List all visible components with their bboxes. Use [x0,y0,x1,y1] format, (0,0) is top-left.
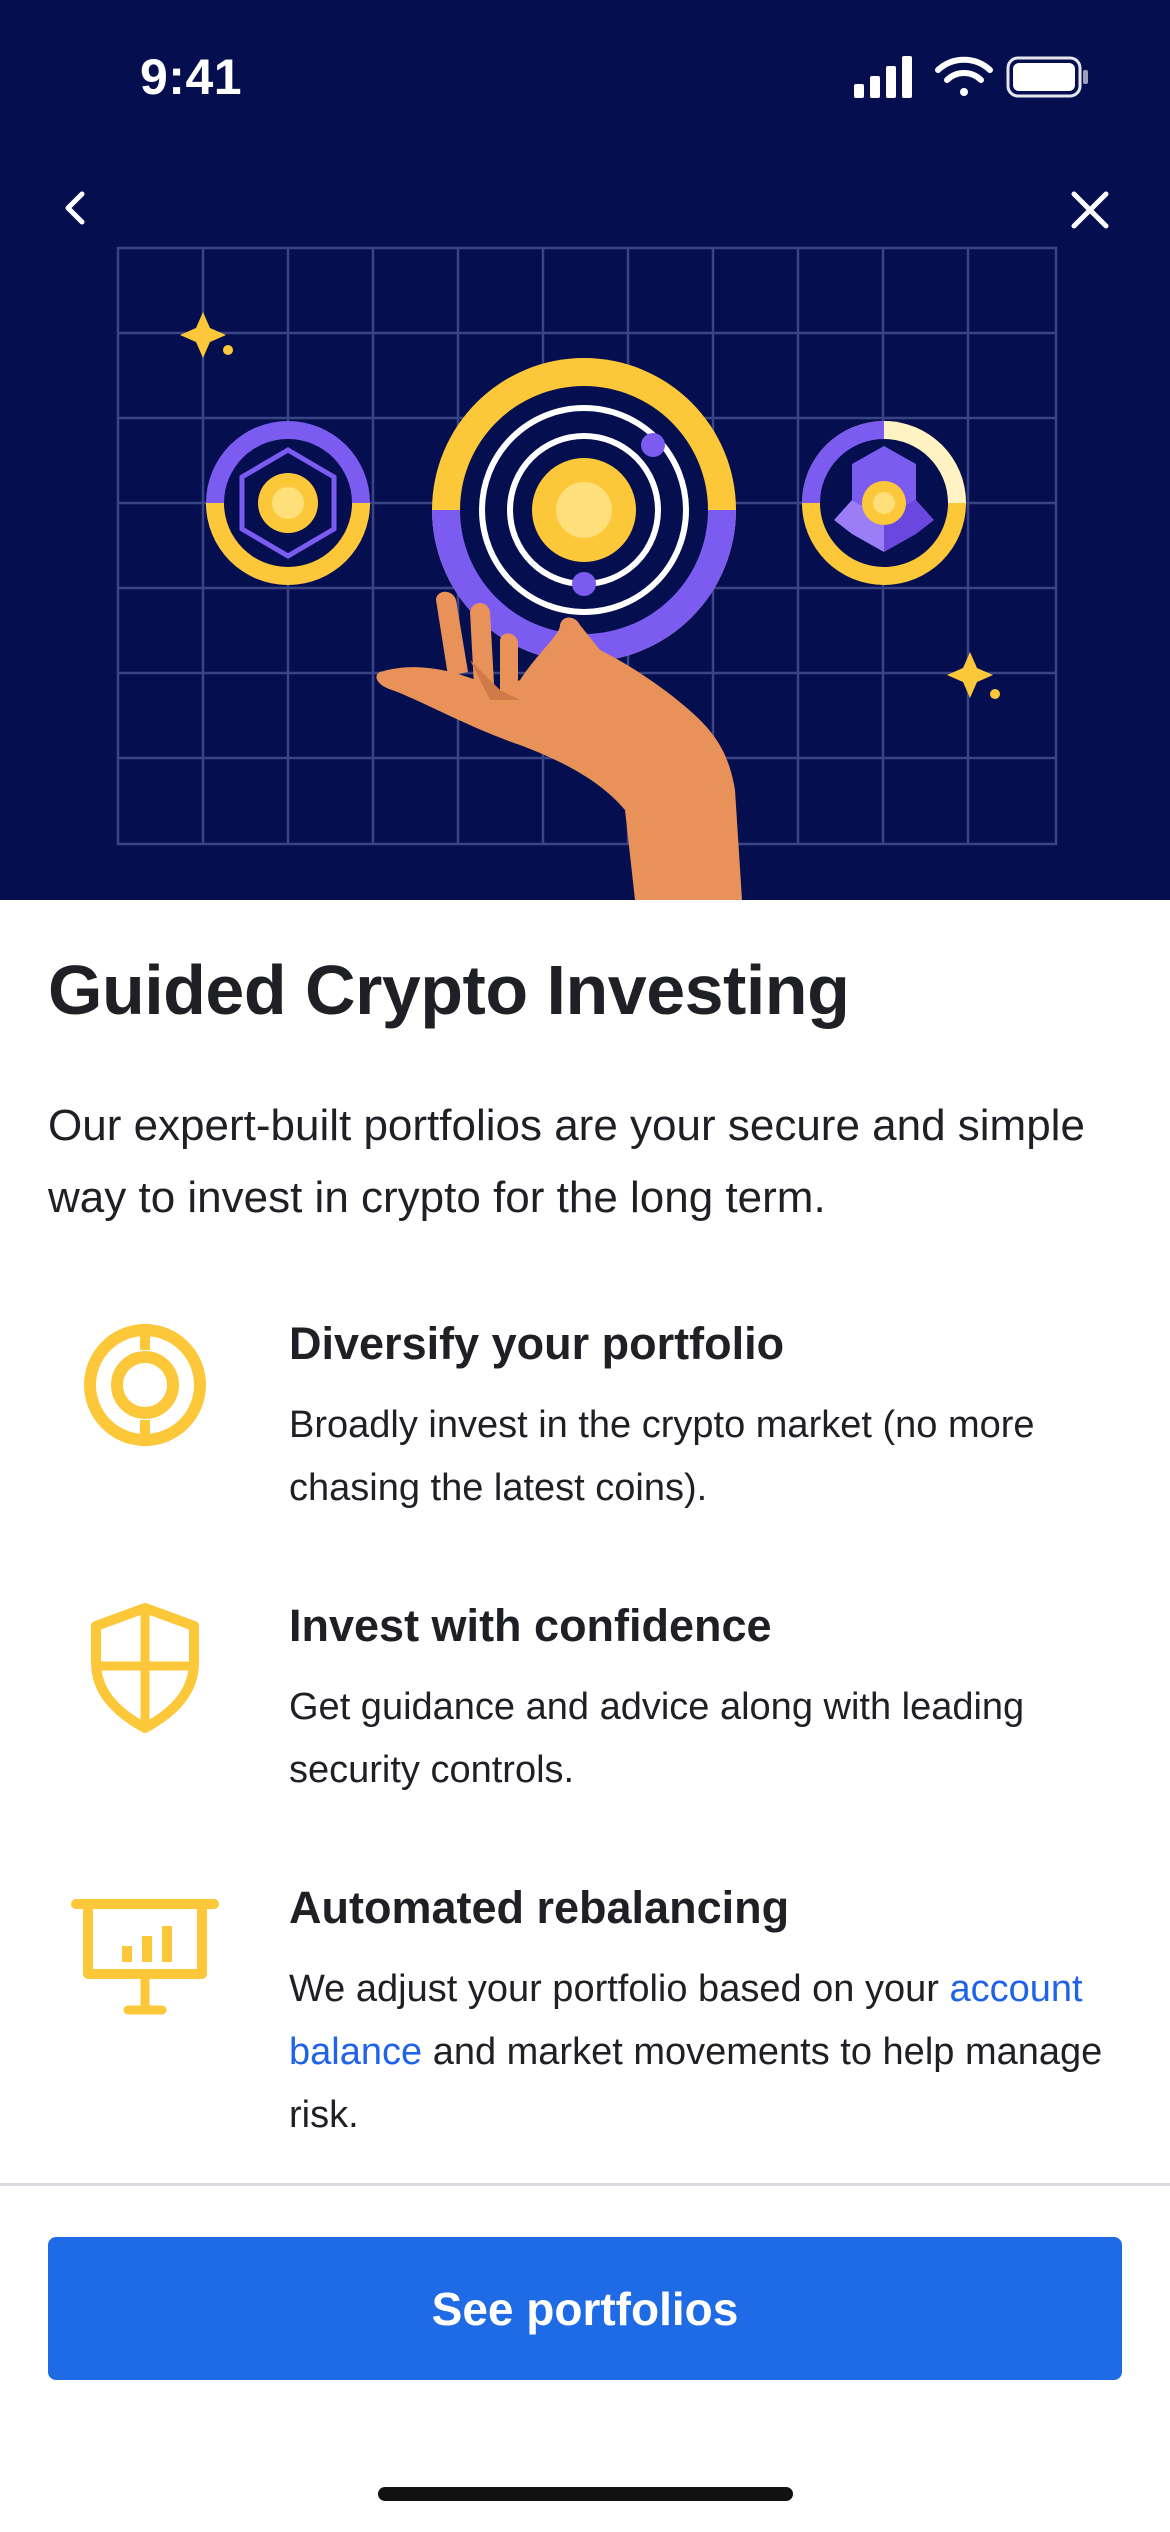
status-time: 9:41 [140,49,243,105]
right-coin-icon [802,421,966,585]
back-button[interactable] [50,180,110,240]
feature-title: Diversify your portfolio [289,1318,785,1369]
battery-icon [1006,56,1088,98]
signal-icon [854,56,912,98]
wifi-icon [935,56,993,96]
close-button[interactable] [1060,180,1120,240]
footer-divider [0,2183,1170,2186]
shield-icon [91,1603,199,1733]
status-bar: 9:41 [0,0,1170,150]
status-icons [854,56,1088,98]
feature-description: Broadly invest in the crypto market (no … [289,1404,1035,1509]
hand-illustration [376,591,742,900]
feature-title: Automated rebalancing [289,1882,790,1933]
feature-description: We adjust your portfolio based on your a… [289,1958,1139,2147]
feature-description-text: We adjust your portfolio based on your [289,1968,939,2010]
intro-text: Our expert-built portfolios are your sec… [48,1101,1085,1222]
feature-description: Get guidance and advice along with leadi… [289,1686,1025,1791]
presentation-chart-icon [71,1899,219,2015]
feature-title: Invest with confidence [289,1600,772,1651]
sparkle-icon [180,312,233,358]
sparkle-icon [947,652,1000,699]
page-title: Guided Crypto Investing [48,951,850,1029]
home-indicator [378,2487,793,2501]
chevron-left-icon [65,191,85,225]
see-portfolios-button[interactable]: See portfolios [48,2237,1122,2380]
left-coin-icon [206,421,370,585]
target-ring-icon [84,1324,206,1446]
close-icon [1071,191,1109,229]
hero-banner: 9:41 [0,0,1170,900]
